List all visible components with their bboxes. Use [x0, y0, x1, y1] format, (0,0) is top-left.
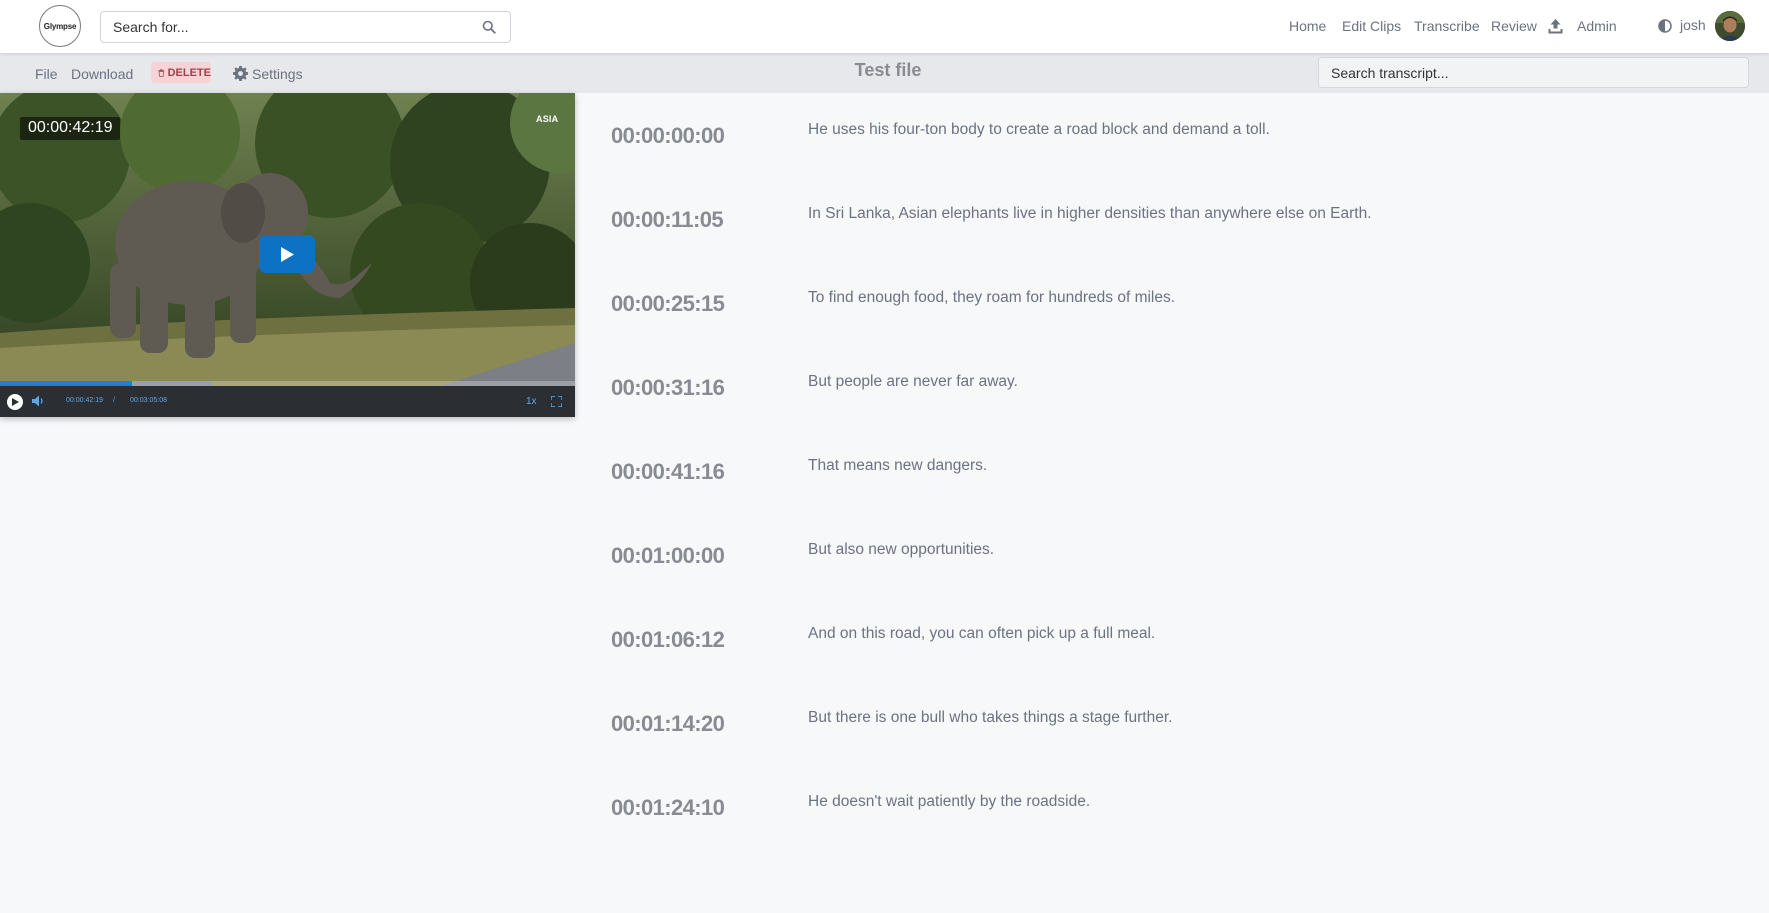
segment-timecode[interactable]: 00:01:00:00 — [611, 543, 725, 569]
time-separator: / — [113, 397, 115, 404]
segment-timecode[interactable]: 00:00:11:05 — [611, 207, 724, 233]
transcript-segment[interactable]: 00:01:00:00 But also new opportunities. — [611, 513, 1751, 573]
delete-button[interactable]: DELETE — [151, 62, 211, 83]
app-logo[interactable]: Glympse — [39, 5, 81, 47]
user-name[interactable]: josh — [1680, 17, 1706, 33]
transcript-segment[interactable]: 00:01:14:20 But there is one bull who ta… — [611, 681, 1751, 741]
file-toolbar: File Download DELETE Settings Test file — [0, 53, 1769, 93]
segment-text[interactable]: But also new opportunities. — [808, 541, 994, 559]
segment-text[interactable]: But there is one bull who takes things a… — [808, 709, 1172, 727]
duration: 00:03:05:08 — [130, 397, 167, 404]
gear-icon — [233, 66, 248, 81]
control-play-button[interactable] — [7, 394, 23, 410]
nav-transcribe[interactable]: Transcribe — [1414, 18, 1480, 34]
nav-home[interactable]: Home — [1289, 18, 1326, 34]
download-button[interactable]: Download — [71, 66, 133, 82]
play-icon — [281, 247, 294, 262]
segment-timecode[interactable]: 00:00:25:15 — [611, 291, 725, 317]
search-input[interactable] — [101, 12, 471, 42]
trash-icon — [158, 68, 165, 77]
file-menu[interactable]: File — [35, 66, 58, 82]
current-time: 00:00:42:19 — [66, 397, 103, 404]
transcript-segment[interactable]: 00:00:25:15 To find enough food, they ro… — [611, 261, 1751, 321]
transcript-segment[interactable]: 00:01:24:10 He doesn't wait patiently by… — [611, 765, 1751, 825]
segment-timecode[interactable]: 00:01:14:20 — [611, 711, 725, 737]
search-icon[interactable] — [482, 20, 496, 34]
volume-icon[interactable] — [32, 395, 45, 407]
segment-text[interactable]: But people are never far away. — [808, 373, 1018, 391]
settings-label: Settings — [252, 66, 303, 82]
nav-review[interactable]: Review — [1491, 18, 1537, 34]
play-icon — [12, 398, 19, 406]
segment-timecode[interactable]: 00:00:00:00 — [611, 123, 725, 149]
segment-text[interactable]: That means new dangers. — [808, 457, 987, 475]
segment-text[interactable]: In Sri Lanka, Asian elephants live in hi… — [808, 205, 1372, 223]
segment-text[interactable]: To find enough food, they roam for hundr… — [808, 289, 1175, 307]
segment-timecode[interactable]: 00:01:24:10 — [611, 795, 725, 821]
page-title: Test file — [854, 60, 922, 80]
channel-watermark: ASIA — [536, 114, 559, 124]
segment-timecode[interactable]: 00:00:31:16 — [611, 375, 725, 401]
upload-icon[interactable] — [1548, 18, 1563, 34]
nav-admin[interactable]: Admin — [1577, 18, 1617, 34]
transcript-segment[interactable]: 00:00:31:16 But people are never far awa… — [611, 345, 1751, 405]
timecode-overlay: 00:00:42:19 — [20, 117, 120, 140]
logo-text: Glympse — [43, 21, 77, 31]
playback-rate-button[interactable]: 1x — [526, 396, 537, 407]
delete-label: DELETE — [167, 66, 211, 79]
segment-timecode[interactable]: 00:01:06:12 — [611, 627, 725, 653]
fullscreen-icon[interactable] — [551, 396, 562, 407]
avatar[interactable] — [1715, 11, 1745, 41]
transcript-search-input[interactable] — [1318, 57, 1749, 88]
transcript-segment[interactable]: 00:00:00:00 He uses his four-ton body to… — [611, 93, 1751, 153]
segment-text[interactable]: He uses his four-ton body to create a ro… — [808, 121, 1270, 139]
segment-text[interactable]: And on this road, you can often pick up … — [808, 625, 1155, 643]
player-controls: 00:00:42:19 / 00:03:05:08 1x — [0, 386, 575, 417]
transcript-segment[interactable]: 00:00:41:16 That means new dangers. — [611, 429, 1751, 489]
nav-edit-clips[interactable]: Edit Clips — [1342, 18, 1401, 34]
segment-timecode[interactable]: 00:00:41:16 — [611, 459, 725, 485]
transcript-segment[interactable]: 00:00:11:05 In Sri Lanka, Asian elephant… — [611, 177, 1751, 237]
play-button[interactable] — [259, 235, 315, 273]
top-navbar: Glympse Home Edit Clips Transcribe Revie… — [0, 0, 1769, 53]
segment-text[interactable]: He doesn't wait patiently by the roadsid… — [808, 793, 1090, 811]
transcript-segment[interactable]: 00:01:06:12 And on this road, you can of… — [611, 597, 1751, 657]
video-player[interactable]: 00:00:42:19 ASIA 00:00:42:19 / 00:03:05:… — [0, 93, 575, 417]
contrast-icon[interactable] — [1658, 19, 1672, 33]
global-search — [100, 11, 511, 43]
